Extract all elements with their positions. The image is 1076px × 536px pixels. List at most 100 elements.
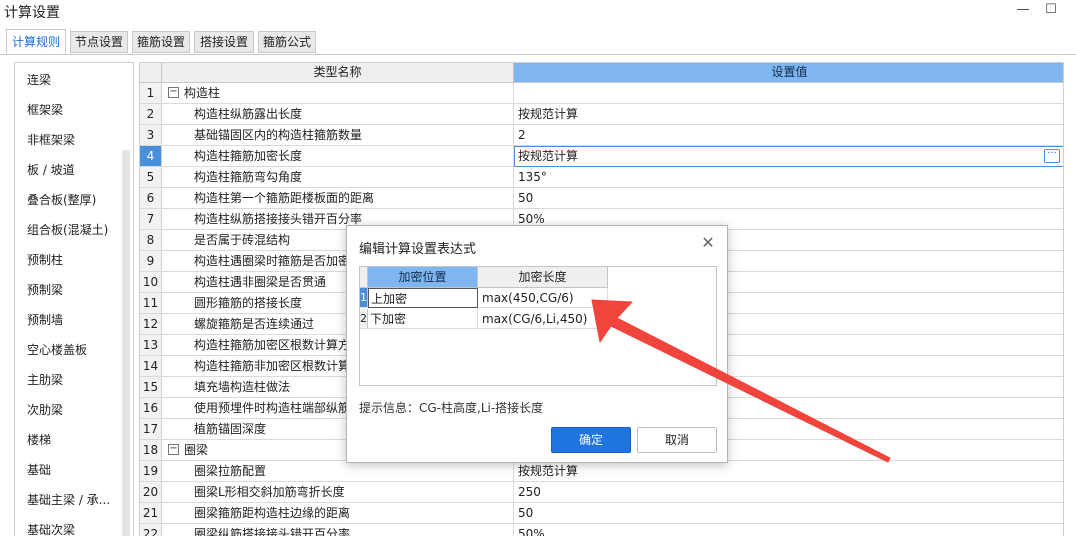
group-label: 圈梁 (184, 443, 209, 457)
row-number: 9 (140, 251, 162, 271)
row-name-cell: 构造柱纵筋露出长度 (162, 104, 514, 124)
tab-calc-rules[interactable]: 计算规则 (6, 29, 66, 54)
row-number: 3 (140, 125, 162, 145)
row-number: 10 (140, 272, 162, 292)
position-cell[interactable]: 上加密 (368, 288, 478, 308)
row-number: 8 (140, 230, 162, 250)
list-item[interactable]: 预制墙 (27, 311, 63, 328)
table-row[interactable]: 6 构造柱第一个箍筋距楼板面的距离 50 (140, 188, 1063, 209)
list-item[interactable]: 预制柱 (27, 251, 63, 268)
list-item[interactable]: 连梁 (27, 71, 51, 88)
row-number: 2 (360, 309, 368, 329)
collapse-icon[interactable]: − (168, 87, 179, 98)
row-number: 2 (140, 104, 162, 124)
row-number: 20 (140, 482, 162, 502)
edit-expression-dialog: 编辑计算设置表达式 ✕ 加密位置 加密长度 1 上加密 max(450,CG/6… (346, 225, 728, 463)
minimize-icon[interactable]: — (1010, 0, 1036, 22)
table-row[interactable]: 5 构造柱箍筋弯勾角度 135° (140, 167, 1063, 188)
column-header-length: 加密长度 (478, 267, 608, 288)
row-value-cell[interactable]: 50% (514, 524, 1063, 536)
row-number: 18 (140, 440, 162, 460)
tab-stirrup-settings[interactable]: 箍筋设置 (132, 31, 190, 53)
ok-button[interactable]: 确定 (551, 427, 631, 453)
window-title: 计算设置 (4, 5, 60, 21)
expression-table: 加密位置 加密长度 1 上加密 max(450,CG/6) 2 下加密 max(… (359, 266, 717, 386)
row-number: 1 (140, 83, 162, 103)
table-row[interactable]: 3 基础锚固区内的构造柱箍筋数量 2 (140, 125, 1063, 146)
table-row[interactable]: 19 圈梁拉筋配置 按规范计算 (140, 461, 1063, 482)
collapse-icon[interactable]: − (168, 444, 179, 455)
row-number: 7 (140, 209, 162, 229)
cancel-button[interactable]: 取消 (637, 427, 717, 453)
list-item[interactable]: 基础次梁 (27, 521, 75, 536)
close-icon[interactable]: ✕ (699, 234, 717, 252)
row-name-cell: 圈梁拉筋配置 (162, 461, 514, 481)
row-name-cell: − 构造柱 (162, 83, 514, 103)
length-cell[interactable]: max(CG/6,Li,450) (478, 309, 608, 329)
dialog-title: 编辑计算设置表达式 (359, 242, 477, 257)
row-name-cell: 基础锚固区内的构造柱箍筋数量 (162, 125, 514, 145)
list-item[interactable]: 次肋梁 (27, 401, 63, 418)
row-number: 21 (140, 503, 162, 523)
row-name-cell: 圈梁L形相交斜加筋弯折长度 (162, 482, 514, 502)
list-item[interactable]: 板 / 坡道 (27, 161, 75, 178)
maximize-icon[interactable]: ☐ (1038, 0, 1064, 22)
row-number-header (140, 63, 162, 83)
length-cell[interactable]: max(450,CG/6) (478, 288, 608, 308)
list-item[interactable]: 基础 (27, 461, 51, 478)
table-row-group[interactable]: 1 − 构造柱 (140, 83, 1063, 104)
row-value-cell[interactable] (514, 83, 1063, 103)
table-row[interactable]: 20 圈梁L形相交斜加筋弯折长度 250 (140, 482, 1063, 503)
row-number: 11 (140, 293, 162, 313)
tab-lap-settings[interactable]: 搭接设置 (194, 31, 254, 53)
list-item[interactable]: 框架梁 (27, 101, 63, 118)
column-header-position: 加密位置 (368, 267, 478, 288)
tab-stirrup-formula[interactable]: 箍筋公式 (258, 31, 316, 53)
row-value-cell[interactable]: 50 (514, 503, 1063, 523)
table-row[interactable]: 21 圈梁箍筋距构造柱边缘的距离 50 (140, 503, 1063, 524)
row-value-cell[interactable]: 按规范计算 (514, 461, 1063, 481)
row-value-cell[interactable]: 2 (514, 125, 1063, 145)
list-item[interactable]: 空心楼盖板 (27, 341, 87, 358)
list-item[interactable]: 非框架梁 (27, 131, 75, 148)
row-value-cell[interactable]: 250 (514, 482, 1063, 502)
row-number: 17 (140, 419, 162, 439)
list-item[interactable]: 楼梯 (27, 431, 51, 448)
row-value-cell[interactable]: 按规范计算 (514, 104, 1063, 124)
table-row-selected[interactable]: 1 上加密 max(450,CG/6) (360, 288, 608, 309)
list-item[interactable]: 叠合板(整厚) (27, 191, 96, 208)
table-row[interactable]: 2 下加密 max(CG/6,Li,450) (360, 309, 608, 330)
column-header-value: 设置值 (514, 63, 1063, 83)
row-name-cell: 构造柱第一个箍筋距楼板面的距离 (162, 188, 514, 208)
table-row-selected[interactable]: 4 构造柱箍筋加密长度 按规范计算 ··· (140, 146, 1063, 167)
position-cell[interactable]: 下加密 (368, 309, 478, 329)
list-item[interactable]: 主肋梁 (27, 371, 63, 388)
row-number: 13 (140, 335, 162, 355)
group-label: 构造柱 (184, 86, 221, 100)
table-row[interactable]: 22 圈梁纵筋搭接接头错开百分率 50% (140, 524, 1063, 536)
row-number: 14 (140, 356, 162, 376)
tab-node-settings[interactable]: 节点设置 (70, 31, 128, 53)
row-number: 12 (140, 314, 162, 334)
row-number: 5 (140, 167, 162, 187)
row-name-cell: 圈梁纵筋搭接接头错开百分率 (162, 524, 514, 536)
ellipsis-icon[interactable]: ··· (1044, 149, 1060, 163)
tab-divider (0, 54, 1076, 55)
row-name-cell: 构造柱箍筋加密长度 (162, 146, 514, 166)
component-list: 连梁 框架梁 非框架梁 板 / 坡道 叠合板(整厚) 组合板(混凝土) 预制柱 … (14, 62, 134, 536)
list-item[interactable]: 预制梁 (27, 281, 63, 298)
row-value-cell[interactable]: 50 (514, 188, 1063, 208)
sidebar-scrollbar[interactable] (122, 150, 130, 536)
row-number: 6 (140, 188, 162, 208)
row-value-cell[interactable]: 135° (514, 167, 1063, 187)
column-header-name: 类型名称 (162, 63, 514, 83)
row-number: 16 (140, 398, 162, 418)
row-number: 1 (360, 288, 368, 308)
table-row[interactable]: 2 构造柱纵筋露出长度 按规范计算 (140, 104, 1063, 125)
row-name-cell: 构造柱箍筋弯勾角度 (162, 167, 514, 187)
row-value-cell-editing[interactable]: 按规范计算 ··· (514, 146, 1063, 167)
row-number: 19 (140, 461, 162, 481)
list-item[interactable]: 基础主梁 / 承... (27, 491, 110, 508)
list-item[interactable]: 组合板(混凝土) (27, 221, 108, 238)
row-name-cell: 圈梁箍筋距构造柱边缘的距离 (162, 503, 514, 523)
